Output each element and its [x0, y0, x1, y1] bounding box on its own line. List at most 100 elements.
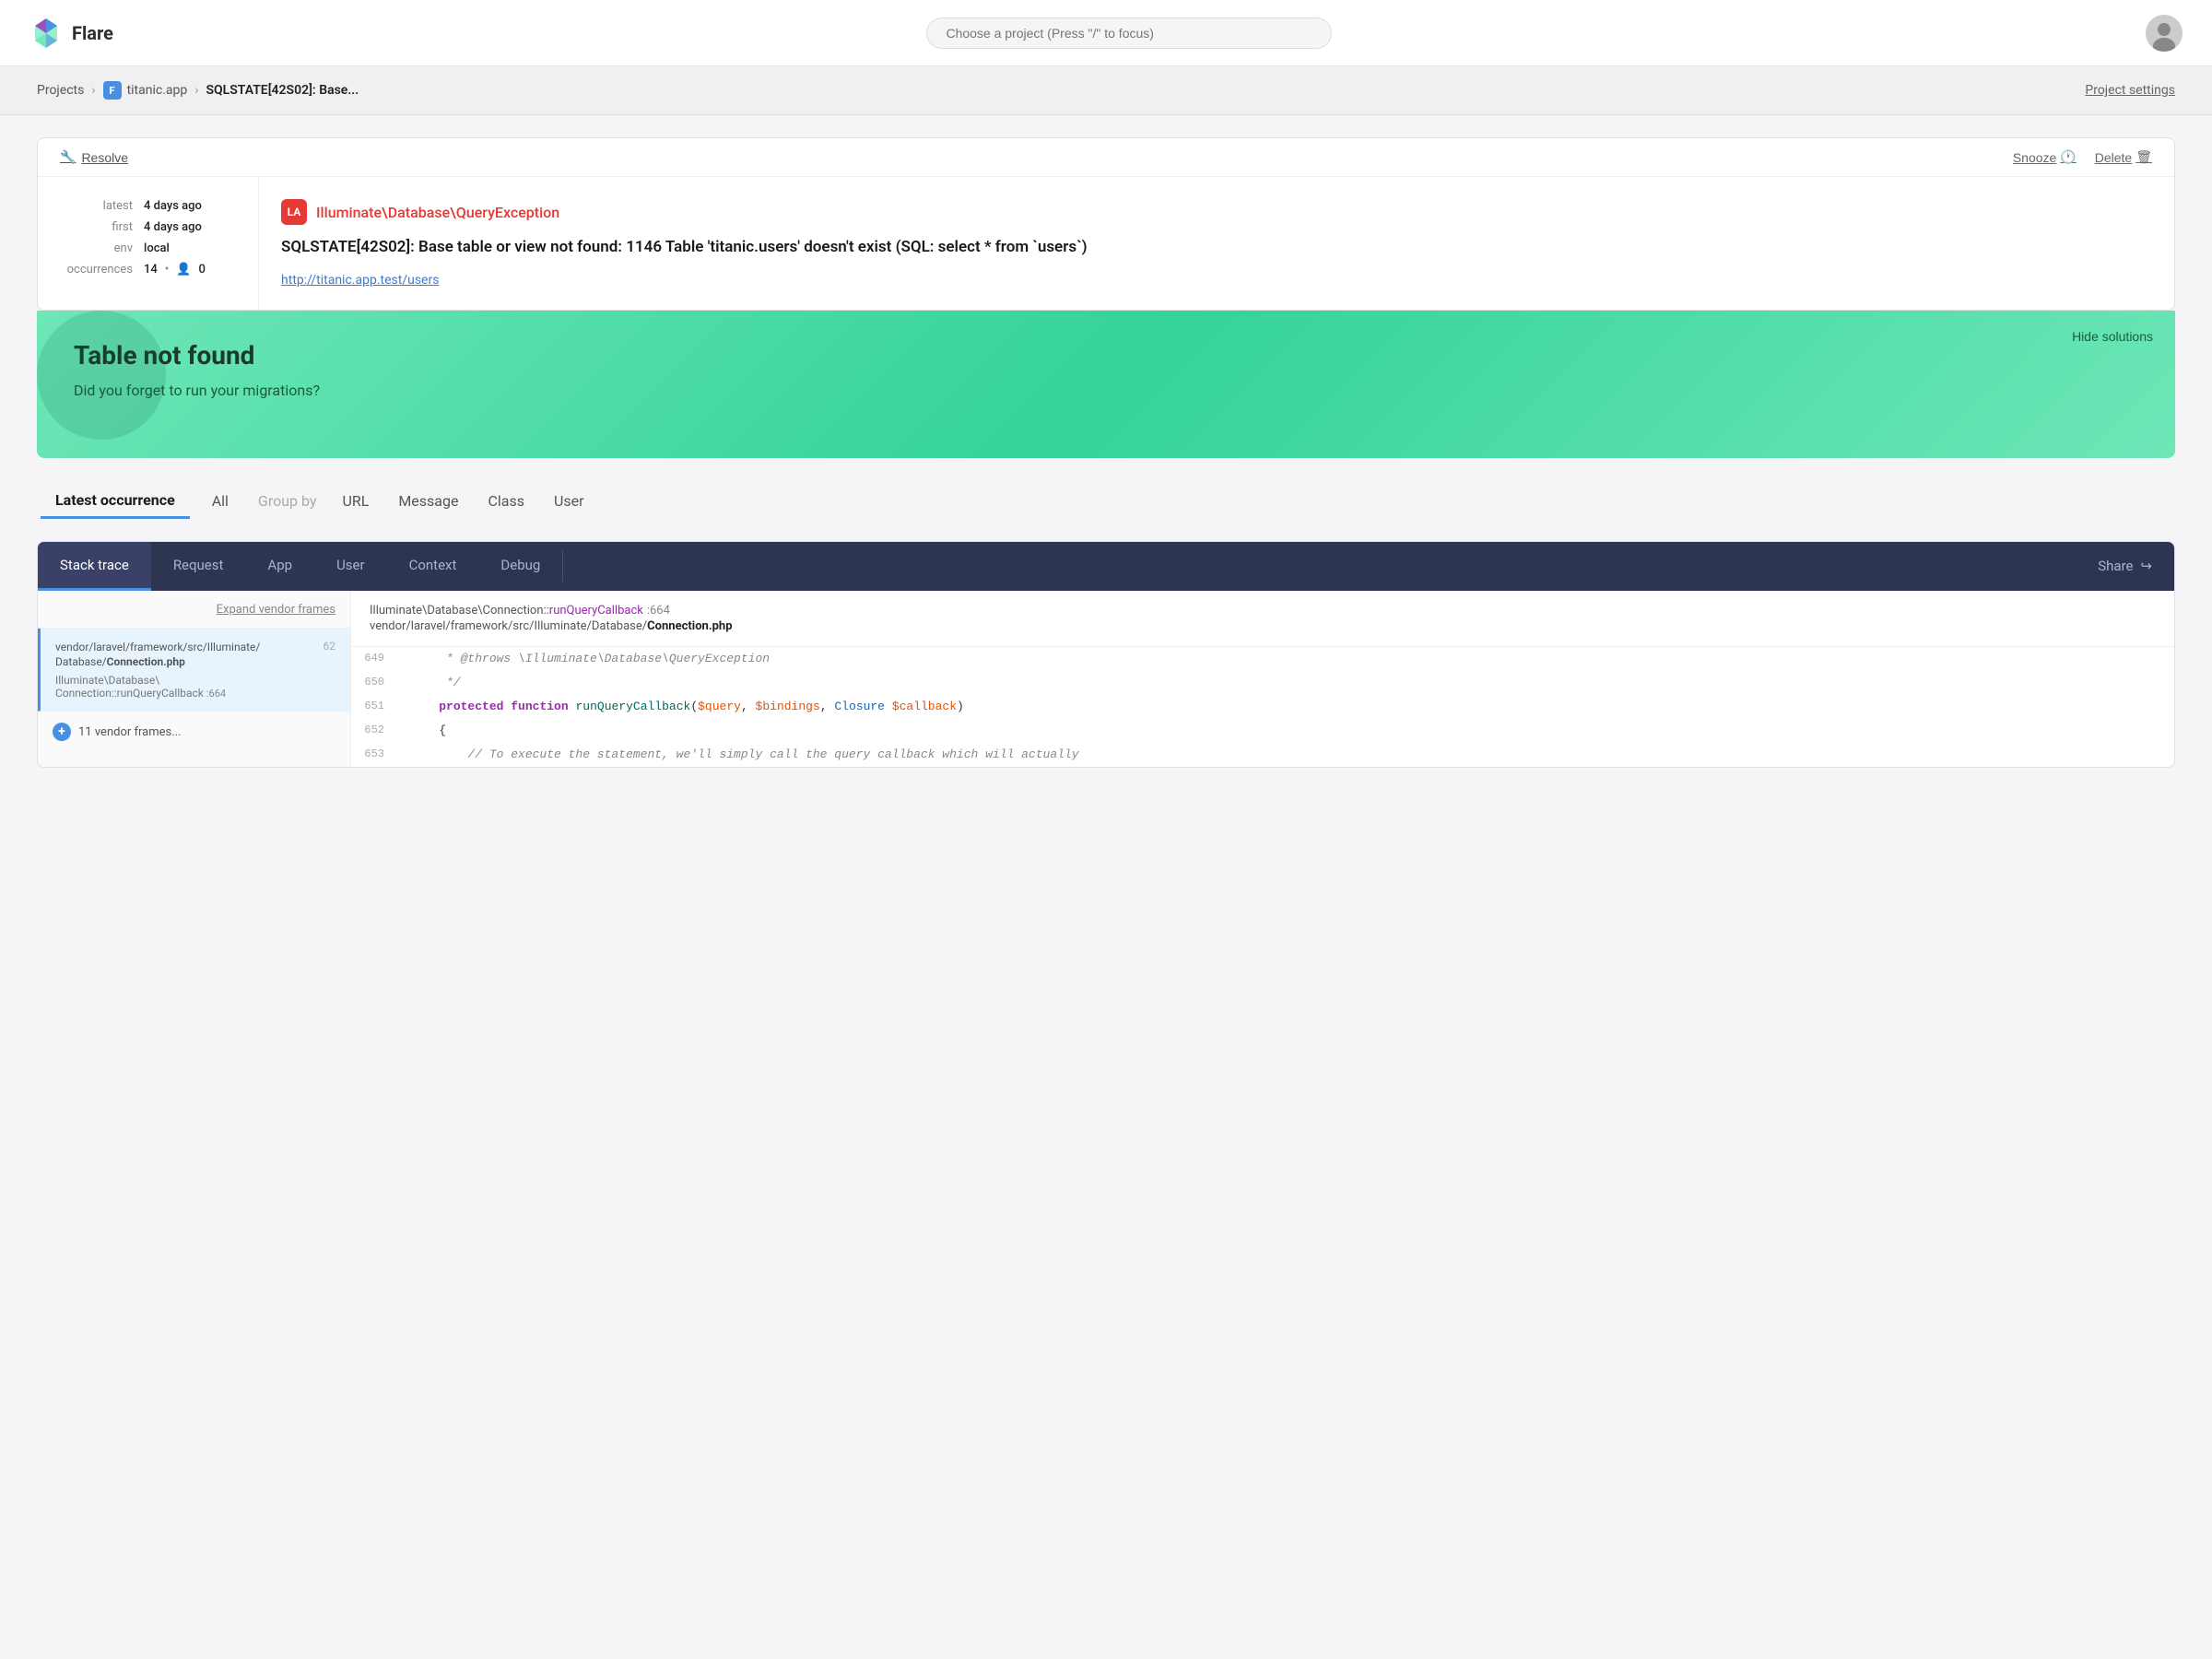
frame-line: :664	[206, 688, 226, 700]
search-input[interactable]	[946, 26, 1312, 41]
line-num-651: 651	[351, 695, 395, 717]
frame-item-active[interactable]: 62 vendor/laravel/framework/src/Illumina…	[38, 629, 350, 712]
people-icon: 👤	[176, 263, 191, 276]
exception-icon: LA	[281, 199, 307, 225]
frame-number: 62	[324, 640, 336, 653]
meta-env-label: env	[114, 241, 133, 255]
meta-first-value: 4 days ago	[144, 220, 236, 234]
code-line-651: 651 protected function runQueryCallback(…	[351, 695, 2174, 719]
meta-occurrences-value: 14 • 👤 0	[144, 263, 236, 276]
resolve-label: Resolve	[81, 150, 128, 165]
tab-latest-occurrence[interactable]: Latest occurrence	[41, 484, 190, 519]
meta-env-value: local	[144, 241, 236, 255]
groupby-label: Group by	[251, 485, 324, 517]
breadcrumb-sep-2: ›	[194, 83, 198, 98]
code-body: Expand vendor frames 62 vendor/laravel/f…	[38, 591, 2174, 767]
project-badge: F	[103, 81, 122, 100]
error-card-toolbar: 🔧 Resolve Snooze 🕐 Delete 🗑	[38, 138, 2174, 177]
error-meta: latest 4 days ago first 4 days ago env l…	[38, 177, 259, 310]
delete-button[interactable]: Delete 🗑	[2095, 149, 2152, 165]
line-num-650: 650	[351, 671, 395, 693]
breadcrumb-current-page: SQLSTATE[42S02]: Base...	[206, 83, 359, 98]
exception-badge: LA Illuminate\Database\QueryException	[281, 199, 2152, 225]
hide-solutions-button[interactable]: Hide solutions	[2072, 329, 2153, 344]
breadcrumb-bar: Projects › F titanic.app › SQLSTATE[42S0…	[0, 66, 2212, 115]
code-method: ::runQueryCallback	[544, 604, 643, 618]
code-listing: 649 * @throws \Illuminate\Database\Query…	[351, 647, 2174, 767]
code-file-breadcrumb: Illuminate\Database\Connection::runQuery…	[351, 591, 2174, 647]
code-line-653: 653 // To execute the statement, we'll s…	[351, 743, 2174, 767]
search-input-wrap[interactable]	[926, 18, 1332, 49]
project-settings-link[interactable]: Project settings	[2085, 83, 2175, 98]
code-line-number: :664	[647, 604, 670, 618]
tab-message[interactable]: Message	[387, 485, 469, 517]
line-num-653: 653	[351, 743, 395, 765]
wrench-icon: 🔧	[60, 149, 76, 165]
logo-text: Flare	[72, 22, 113, 44]
toolbar-right: Snooze 🕐 Delete 🗑	[2013, 149, 2152, 165]
expand-vendor-link[interactable]: Expand vendor frames	[217, 603, 335, 617]
code-tab-request[interactable]: Request	[151, 542, 246, 591]
frame-path: vendor/laravel/framework/src/Illuminate/…	[55, 640, 335, 671]
snooze-label: Snooze	[2013, 150, 2056, 165]
breadcrumb-project: F titanic.app	[103, 81, 188, 100]
code-panel-tabs: Stack trace Request App User Context Deb…	[38, 542, 2174, 591]
line-content-652: {	[395, 719, 2174, 743]
code-tab-separator	[562, 551, 563, 582]
code-line-650: 650 */	[351, 671, 2174, 695]
error-body: latest 4 days ago first 4 days ago env l…	[38, 177, 2174, 310]
trash-icon: 🗑	[2136, 149, 2152, 165]
tab-all[interactable]: All	[197, 485, 243, 517]
top-header: Flare	[0, 0, 2212, 66]
code-method-line: Illuminate\Database\Connection::runQuery…	[370, 604, 2156, 618]
code-tab-user[interactable]: User	[314, 542, 387, 591]
flare-logo-icon	[29, 17, 63, 50]
search-bar	[113, 18, 2146, 49]
code-file-path: vendor/laravel/framework/src/Illuminate/…	[370, 619, 2156, 633]
tab-class[interactable]: Class	[477, 485, 535, 517]
occurrences-users: 0	[199, 263, 206, 276]
occurrences-count: 14	[144, 263, 158, 276]
meta-latest-label: latest	[103, 199, 133, 213]
vendor-frames-text: 11 vendor frames...	[78, 725, 182, 739]
line-content-651: protected function runQueryCallback($que…	[395, 695, 2174, 719]
code-tab-app[interactable]: App	[245, 542, 314, 591]
code-tab-stacktrace[interactable]: Stack trace	[38, 542, 151, 591]
code-line-652: 652 {	[351, 719, 2174, 743]
vendor-frames: + 11 vendor frames...	[38, 712, 350, 752]
main-container: 🔧 Resolve Snooze 🕐 Delete 🗑 latest 4 day…	[0, 115, 2212, 790]
breadcrumb-projects-link[interactable]: Projects	[37, 83, 84, 98]
user-avatar[interactable]	[2146, 15, 2183, 52]
exception-url[interactable]: http://titanic.app.test/users	[281, 273, 439, 288]
code-tab-share[interactable]: Share ↪	[2076, 542, 2174, 591]
code-sidebar: Expand vendor frames 62 vendor/laravel/f…	[38, 591, 351, 767]
snooze-button[interactable]: Snooze 🕐	[2013, 149, 2077, 165]
tab-url[interactable]: URL	[331, 485, 380, 517]
code-tab-context[interactable]: Context	[387, 542, 479, 591]
solution-text: Did you forget to run your migrations?	[74, 382, 2138, 399]
occurrence-tabs: Latest occurrence All Group by URL Messa…	[37, 484, 2175, 519]
code-file-name: Connection.php	[647, 619, 732, 633]
meta-occurrences: occurrences 14 • 👤 0	[60, 263, 236, 276]
code-class: Illuminate\Database\Connection	[370, 604, 544, 618]
code-file-dir: vendor/laravel/framework/src/Illuminate/…	[370, 619, 647, 633]
line-num-652: 652	[351, 719, 395, 741]
solution-bg-shape	[37, 311, 166, 440]
frame-path-bold: Connection.php	[107, 655, 185, 668]
meta-env: env local	[60, 241, 236, 255]
clock-icon: 🕐	[2060, 149, 2076, 165]
resolve-button[interactable]: 🔧 Resolve	[60, 149, 128, 165]
line-content-650: */	[395, 671, 2174, 695]
frame-method: Illuminate\Database\Connection::runQuery…	[55, 674, 335, 700]
exception-class: Illuminate\Database\QueryException	[316, 204, 559, 221]
meta-latest: latest 4 days ago	[60, 199, 236, 213]
tab-user[interactable]: User	[543, 485, 595, 517]
vendor-frames-expand-icon[interactable]: +	[53, 723, 71, 741]
breadcrumb-project-link[interactable]: titanic.app	[127, 83, 188, 98]
line-content-653: // To execute the statement, we'll simpl…	[395, 743, 2174, 767]
code-main: Illuminate\Database\Connection::runQuery…	[351, 591, 2174, 767]
breadcrumb: Projects › F titanic.app › SQLSTATE[42S0…	[37, 81, 359, 100]
share-label: Share	[2098, 558, 2133, 574]
code-tab-debug[interactable]: Debug	[478, 542, 562, 591]
occurrences-dot: •	[165, 263, 170, 276]
